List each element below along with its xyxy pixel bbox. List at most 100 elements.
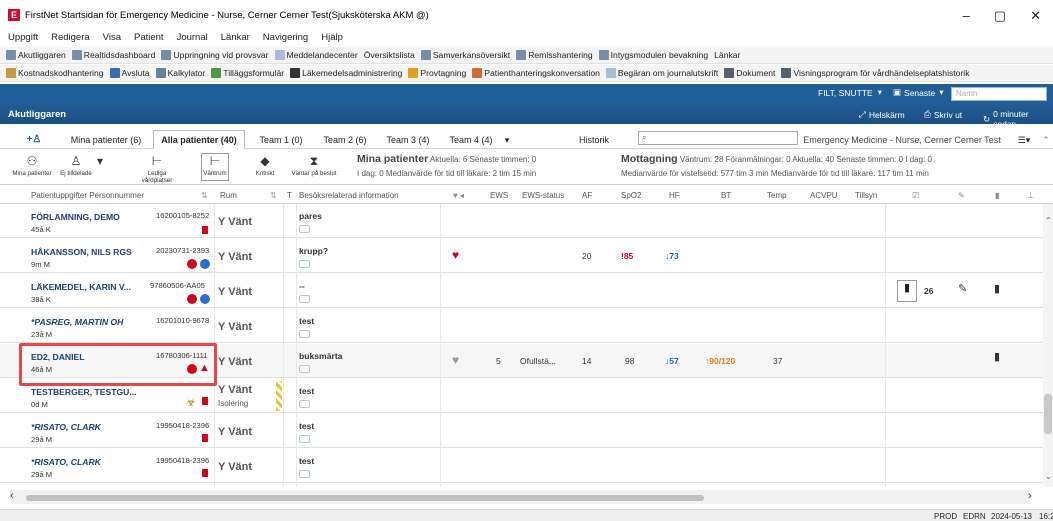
tab-team1[interactable]: Team 1 (0) bbox=[251, 130, 311, 149]
toolbar-tillaggsformular[interactable]: Tilläggsformulär bbox=[211, 68, 284, 78]
tab-mina-patienter[interactable]: Mina patienter (6) bbox=[64, 130, 148, 149]
menu-visa[interactable]: Visa bbox=[103, 32, 121, 43]
patient-name[interactable]: *RISATO, CLARK bbox=[31, 422, 101, 432]
col-t[interactable]: T bbox=[287, 191, 292, 200]
toolbar-intygsmodulen[interactable]: Intygsmodulen bevakning bbox=[598, 50, 708, 60]
heart-icon[interactable]: ♥ ◂ bbox=[453, 191, 464, 200]
toolbar-provtagning[interactable]: Provtagning bbox=[408, 68, 466, 78]
lediga-vardplatser-button[interactable]: ⊢ Lediga vårdplatser bbox=[134, 154, 180, 184]
heart-icon[interactable]: ♥ bbox=[452, 248, 459, 262]
table-row[interactable]: *RISATO, CLARK 19950418-2396 29å M Y Vän… bbox=[0, 449, 1043, 483]
patient-name[interactable]: LÄKEMEDEL, KARIN V... bbox=[31, 282, 131, 292]
comment-icon[interactable] bbox=[299, 435, 310, 443]
heart-icon[interactable]: ♥ bbox=[452, 353, 459, 367]
toolbar-lankar[interactable]: Länkar bbox=[714, 50, 740, 60]
comment-icon[interactable] bbox=[299, 225, 310, 233]
menu-redigera[interactable]: Redigera bbox=[51, 32, 90, 43]
menu-patient[interactable]: Patient bbox=[134, 32, 164, 43]
col-ews[interactable]: EWS bbox=[490, 191, 508, 200]
comment-icon[interactable] bbox=[299, 470, 310, 478]
lab-icon[interactable]: ▮ bbox=[897, 280, 917, 302]
table-row[interactable]: *RISATO, CLARK 19950418-2396 29å M Y Vän… bbox=[0, 414, 1043, 448]
tab-team3[interactable]: Team 3 (4) bbox=[378, 130, 438, 149]
tab-search-input[interactable]: ⌕ bbox=[638, 131, 798, 145]
collapse-icon[interactable]: ⌃ bbox=[1040, 130, 1052, 149]
scroll-right-icon[interactable]: › bbox=[1028, 490, 1032, 502]
tab-team4[interactable]: Team 4 (4) bbox=[441, 130, 501, 149]
col-spo2[interactable]: SpO2 bbox=[621, 191, 641, 200]
toolbar-oversiktslista[interactable]: Översiktslista bbox=[364, 50, 415, 60]
comment-icon[interactable] bbox=[299, 400, 310, 408]
toolbar-begaran[interactable]: Begäran om journalutskrift bbox=[605, 68, 718, 78]
toolbar-dokument[interactable]: Dokument bbox=[724, 68, 775, 78]
col-hf[interactable]: HF bbox=[669, 191, 680, 200]
toolbar-kalkylator[interactable]: Kalkylator bbox=[155, 68, 205, 78]
toolbar-remisshantering[interactable]: Remisshantering bbox=[516, 50, 593, 60]
kritiskt-button[interactable]: ◆ Kritiskt bbox=[252, 154, 278, 177]
toolbar-meddelandecenter[interactable]: Meddelandecenter bbox=[274, 50, 358, 60]
col-temp[interactable]: Temp bbox=[767, 191, 787, 200]
table-row[interactable]: LÄKEMEDEL, KARIN V... 97860506-AA05 38å … bbox=[0, 274, 1043, 308]
patient-name[interactable]: FÖRLAMNING, DEMO bbox=[31, 212, 120, 222]
col-patient[interactable]: Patientuppgifter Personnummer bbox=[31, 191, 144, 200]
tube-icon[interactable]: ▮ bbox=[994, 350, 1000, 363]
col-tillsyn[interactable]: Tillsyn bbox=[855, 191, 877, 200]
tab-alla-patienter[interactable]: Alla patienter (40) bbox=[153, 130, 245, 149]
toolbar-realtidsdashboard[interactable]: Realtidsdashboard bbox=[71, 50, 155, 60]
toolbar-akutliggaren[interactable]: Akutliggaren bbox=[6, 50, 66, 60]
name-search-input[interactable]: Namn bbox=[951, 87, 1047, 101]
tabs-more-dropdown[interactable]: ▾ bbox=[501, 130, 513, 149]
col-rum[interactable]: Rum bbox=[220, 191, 237, 200]
patient-name[interactable]: HÅKANSSON, NILS RGS bbox=[31, 247, 132, 257]
comment-icon[interactable] bbox=[299, 295, 310, 303]
toolbar-kostnadskodhantering[interactable]: Kostnadskodhantering bbox=[6, 68, 104, 78]
checklist-icon[interactable]: ☑ bbox=[912, 191, 919, 200]
filter-dropdown[interactable]: FILT, SNUTTE ▾ bbox=[818, 87, 882, 98]
col-ews-status[interactable]: EWS-status bbox=[522, 191, 564, 200]
toolbar-uppringning[interactable]: Uppringning vid provsvar bbox=[161, 50, 269, 60]
toolbar-patientkonversation[interactable]: Patienthanteringskonversation bbox=[472, 68, 600, 78]
toolbar-visningsprogram[interactable]: Visningsprogram för vårdhändelseplatshis… bbox=[781, 68, 970, 78]
patient-name[interactable]: *RISATO, CLARK bbox=[31, 457, 101, 467]
comment-icon[interactable] bbox=[299, 260, 310, 268]
menu-lankar[interactable]: Länkar bbox=[221, 32, 250, 43]
col-besok[interactable]: Besöksrelaterad information bbox=[299, 191, 399, 200]
maximize-button[interactable]: ▢ bbox=[994, 8, 1006, 24]
col-af[interactable]: AF bbox=[582, 191, 592, 200]
vantar-pa-beslut-button[interactable]: ⧗ Väntar på beslut bbox=[289, 154, 339, 177]
toolbar-lakemedel[interactable]: Läkemedelsadministrering bbox=[290, 68, 402, 78]
scroll-left-icon[interactable]: ‹ bbox=[10, 490, 14, 502]
tab-team2[interactable]: Team 2 (6) bbox=[315, 130, 375, 149]
comment-icon[interactable] bbox=[299, 365, 310, 373]
menu-uppgift[interactable]: Uppgift bbox=[8, 32, 38, 43]
table-row[interactable]: FÖRLAMNING, DEMO 16200105-8252 45å K Y V… bbox=[0, 204, 1043, 238]
toolbar-samverkansoversikt[interactable]: Samverkansöversikt bbox=[420, 50, 510, 60]
add-patient-icon[interactable]: +♙ bbox=[22, 130, 46, 149]
pin-icon[interactable]: ⊥ bbox=[1027, 191, 1034, 200]
col-acvpu[interactable]: ACVPU bbox=[810, 191, 838, 200]
horizontal-scroll-thumb[interactable] bbox=[26, 495, 704, 501]
ej-tilldelade-button[interactable]: ♙ Ej tilldelade bbox=[60, 154, 92, 177]
mina-patienter-button[interactable]: ⚇ Mina patienter bbox=[12, 154, 52, 177]
patient-name[interactable]: *PASREG, MARTIN OH bbox=[31, 317, 123, 327]
options-menu-button[interactable]: ☰▾ bbox=[1012, 130, 1036, 149]
vantrum-button[interactable]: ⊢ Väntrum bbox=[201, 153, 229, 181]
vertical-scroll-thumb[interactable] bbox=[1044, 394, 1052, 434]
patient-name[interactable]: TESTBERGER, TESTGU... bbox=[31, 387, 137, 397]
table-row[interactable]: *PASREG, MARTIN OH 16201010-9678 23å M Y… bbox=[0, 309, 1043, 343]
menu-navigering[interactable]: Navigering bbox=[263, 32, 308, 43]
tube-icon[interactable]: ▮ bbox=[994, 282, 1000, 295]
pencil-icon[interactable]: ✎ bbox=[958, 282, 967, 295]
menu-hjalp[interactable]: Hjälp bbox=[321, 32, 343, 43]
tube-icon[interactable]: ▮ bbox=[995, 191, 999, 200]
table-row[interactable]: HÅKANSSON, NILS RGS 20230731-2393 9m M Y… bbox=[0, 239, 1043, 273]
assign-dropdown[interactable]: ▾ bbox=[94, 154, 106, 170]
toolbar-avsluta[interactable]: Avsluta bbox=[109, 68, 150, 78]
minimize-button[interactable]: – bbox=[963, 8, 970, 24]
refresh-button[interactable]: ↻ 0 minuter sedan bbox=[983, 109, 1053, 129]
fullscreen-button[interactable]: ⤢ Helskärm bbox=[859, 109, 905, 120]
tab-historik[interactable]: Historik bbox=[566, 130, 622, 149]
col-bt[interactable]: BT bbox=[721, 191, 731, 200]
print-button[interactable]: ⎙ Skriv ut bbox=[924, 109, 962, 120]
close-button[interactable]: ✕ bbox=[1030, 8, 1041, 24]
